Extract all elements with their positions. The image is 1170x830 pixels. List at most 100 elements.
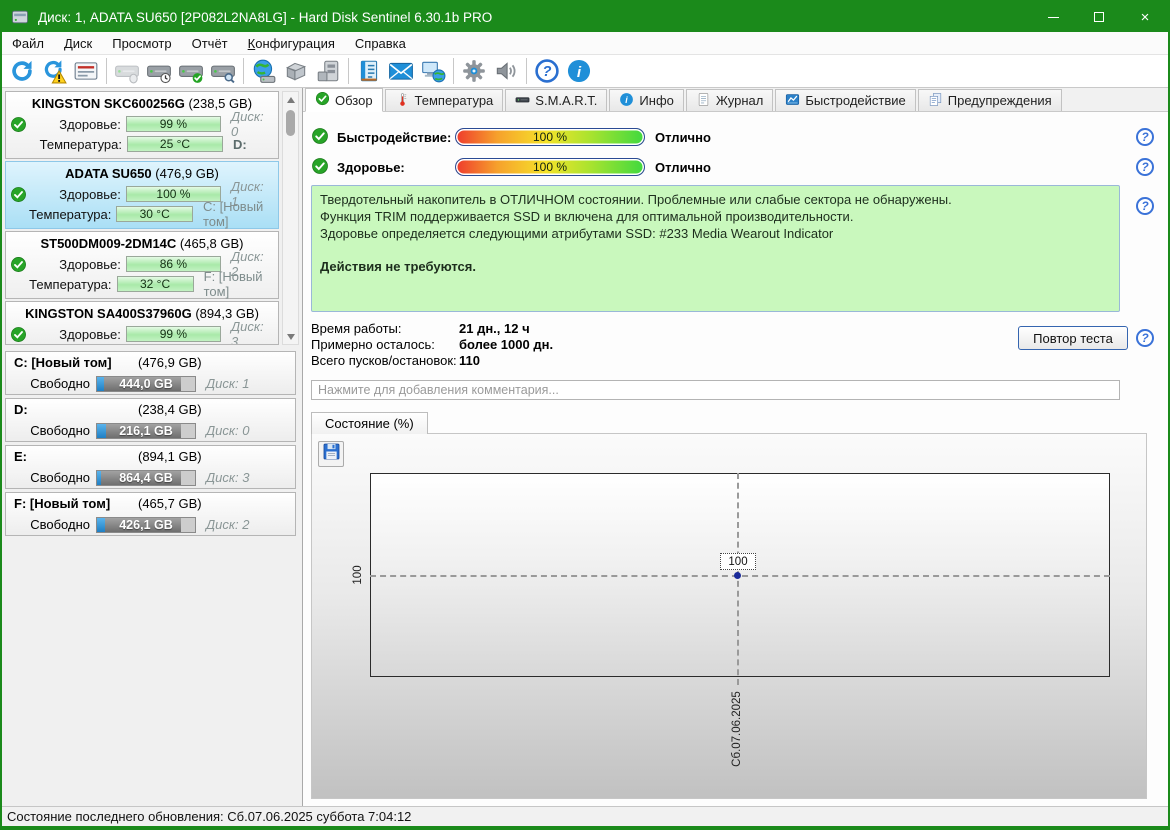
disk-health-bar: 99 % <box>125 116 221 132</box>
chart-vgridline <box>737 473 739 685</box>
scroll-down-button[interactable] <box>283 329 298 344</box>
disk-detect-icon[interactable] <box>70 56 102 86</box>
window-controls: × <box>1030 2 1168 32</box>
comment-input[interactable] <box>311 380 1120 400</box>
report-icon[interactable] <box>353 56 385 86</box>
scrollbar-thumb[interactable] <box>286 110 295 136</box>
toolbar-separator <box>106 58 107 84</box>
menu-файл[interactable]: Файл <box>2 34 54 53</box>
partition-size: (238,4 GB) <box>138 402 202 417</box>
tab-предупреждения[interactable]: Предупреждения <box>917 89 1062 111</box>
help-icon[interactable]: ? <box>1136 128 1154 146</box>
tab-журнал[interactable]: Журнал <box>685 89 774 111</box>
free-space-value: 864,4 GB <box>119 470 173 485</box>
help-icon[interactable]: ? <box>531 56 563 86</box>
world-disk-icon[interactable] <box>248 56 280 86</box>
free-label: Свободно <box>30 376 90 391</box>
chart-y-tick: 100 <box>352 565 364 585</box>
settings-gear-icon[interactable] <box>458 56 490 86</box>
stat-row: Всего пусков/остановок: 110 <box>311 352 1168 368</box>
partition-name: E: <box>14 449 27 464</box>
partition-item[interactable]: C: [Новый том] (476,9 GB) Свободно 444,0 … <box>5 351 296 395</box>
help-icon[interactable]: ? <box>1136 197 1154 215</box>
stat-value: 110 <box>459 352 480 368</box>
tab-температура[interactable]: Температура <box>384 89 504 111</box>
health-label: Здоровье: <box>337 159 405 175</box>
menu-отчёт[interactable]: Отчёт <box>182 34 238 53</box>
tab-обзор[interactable]: Обзор <box>305 88 383 112</box>
disk-item[interactable]: ST500DM009-2DM14C (465,8 GB) Здоровье: 8… <box>5 231 279 299</box>
partition-item[interactable]: F: [Новый том] (465,7 GB) Свободно 426,1 … <box>5 492 296 536</box>
partition-name: C: [Новый том] <box>14 355 112 370</box>
app-logo-icon <box>10 7 30 27</box>
disk-temp-bar: 25 °C <box>127 136 223 152</box>
sound-icon[interactable] <box>490 56 522 86</box>
temperature-label: Температура: <box>29 276 112 292</box>
menu-просмотр[interactable]: Просмотр <box>102 34 181 53</box>
health-bar: 100 % <box>455 158 645 176</box>
disk-box-icon[interactable] <box>280 56 312 86</box>
tab-инфо[interactable]: i Инфо <box>609 89 684 111</box>
performance-label: Быстродействие: <box>337 129 452 145</box>
save-chart-button[interactable] <box>318 441 344 467</box>
free-space-bar: 426,1 GB <box>96 516 196 533</box>
drive-letter: D: <box>233 136 247 152</box>
status-message-text: Твердотельный накопитель в ОТЛИЧНОМ сост… <box>320 192 952 242</box>
save-icon <box>322 442 341 466</box>
disk-item[interactable]: KINGSTON SKC600256G (238,5 GB) Здоровье:… <box>5 91 279 159</box>
smart-disk-icon <box>515 92 530 110</box>
info-icon[interactable]: i <box>563 56 595 86</box>
partition-size: (476,9 GB) <box>138 355 202 370</box>
disk-check-icon[interactable] <box>175 56 207 86</box>
help-icon[interactable]: ? <box>1136 158 1154 176</box>
titlebar: Диск: 1, ADATA SU650 [2P082L2NA8LG] - Ha… <box>2 2 1168 32</box>
disk-hardware-icon[interactable] <box>312 56 344 86</box>
disk-list-scrollbar[interactable] <box>282 91 299 345</box>
chart-tab-state[interactable]: Состояние (%) <box>311 412 428 434</box>
partition-title: C: [Новый том] (476,9 GB) <box>10 355 291 374</box>
minimize-button[interactable] <box>1030 2 1076 32</box>
partition-item[interactable]: E: (894,1 GB) Свободно 864,4 GB Диск: 3 <box>5 445 296 489</box>
ok-check-icon <box>10 116 34 133</box>
overview-tab-content: Быстродействие: 100 % Отлично ? Здоровье… <box>303 112 1168 806</box>
mail-icon[interactable] <box>385 56 417 86</box>
disk-temp-bar: 30 °C <box>116 206 193 222</box>
retest-button[interactable]: Повтор теста <box>1018 326 1128 350</box>
disk-mouse-icon[interactable] <box>111 56 143 86</box>
partition-title: E: (894,1 GB) <box>10 449 291 468</box>
disk-item[interactable]: KINGSTON SA400S37960G (894,3 GB) Здоровь… <box>5 301 279 345</box>
free-space-bar: 444,0 GB <box>96 375 196 392</box>
disk-clock-icon[interactable] <box>143 56 175 86</box>
help-icon[interactable]: ? <box>1136 329 1154 347</box>
disk-number: Диск: 1 <box>206 376 250 391</box>
refresh-icon[interactable] <box>6 56 38 86</box>
partition-item[interactable]: D: (238,4 GB) Свободно 216,1 GB Диск: 0 <box>5 398 296 442</box>
performance-bar: 100 % <box>455 128 645 146</box>
status-bar: Состояние последнего обновления: Сб.07.0… <box>2 806 1168 826</box>
check-circle-icon <box>315 91 330 109</box>
menubar: Файл Диск Просмотр Отчёт Конфигурация Справка <box>2 32 1168 54</box>
menu-справка[interactable]: Справка <box>345 34 416 53</box>
status-message-box: Твердотельный накопитель в ОТЛИЧНОМ сост… <box>311 185 1120 312</box>
tab-быстродействие[interactable]: Быстродействие <box>775 89 916 111</box>
temperature-label: Температура: <box>29 206 112 222</box>
scroll-up-button[interactable] <box>283 92 298 107</box>
chart-data-point <box>734 572 741 579</box>
tab-s.m.a.r.t.[interactable]: S.M.A.R.T. <box>505 89 608 111</box>
health-history-chart: 100 100 Сб.07.06.2025 <box>311 433 1147 799</box>
maximize-button[interactable] <box>1076 2 1122 32</box>
journal-icon <box>696 92 711 110</box>
close-button[interactable]: × <box>1122 2 1168 32</box>
network-icon[interactable] <box>417 56 449 86</box>
disk-item[interactable]: ADATA SU650 (476,9 GB) Здоровье: 100 % Д… <box>5 161 279 229</box>
thermometer-icon <box>395 92 410 110</box>
toolbar-separator <box>453 58 454 84</box>
window-title: Диск: 1, ADATA SU650 [2P082L2NA8LG] - Ha… <box>38 9 493 25</box>
app-window: Диск: 1, ADATA SU650 [2P082L2NA8LG] - Ha… <box>0 0 1170 830</box>
status-message-action: Действия не требуются. <box>320 259 476 275</box>
main-panel: Обзор Температура S.M.A.R.T. i Инфо Журна… <box>303 88 1168 806</box>
menu-конфигурация[interactable]: Конфигурация <box>238 34 345 53</box>
disk-search-icon[interactable] <box>207 56 239 86</box>
menu-диск[interactable]: Диск <box>54 34 102 53</box>
refresh-alert-icon[interactable] <box>38 56 70 86</box>
